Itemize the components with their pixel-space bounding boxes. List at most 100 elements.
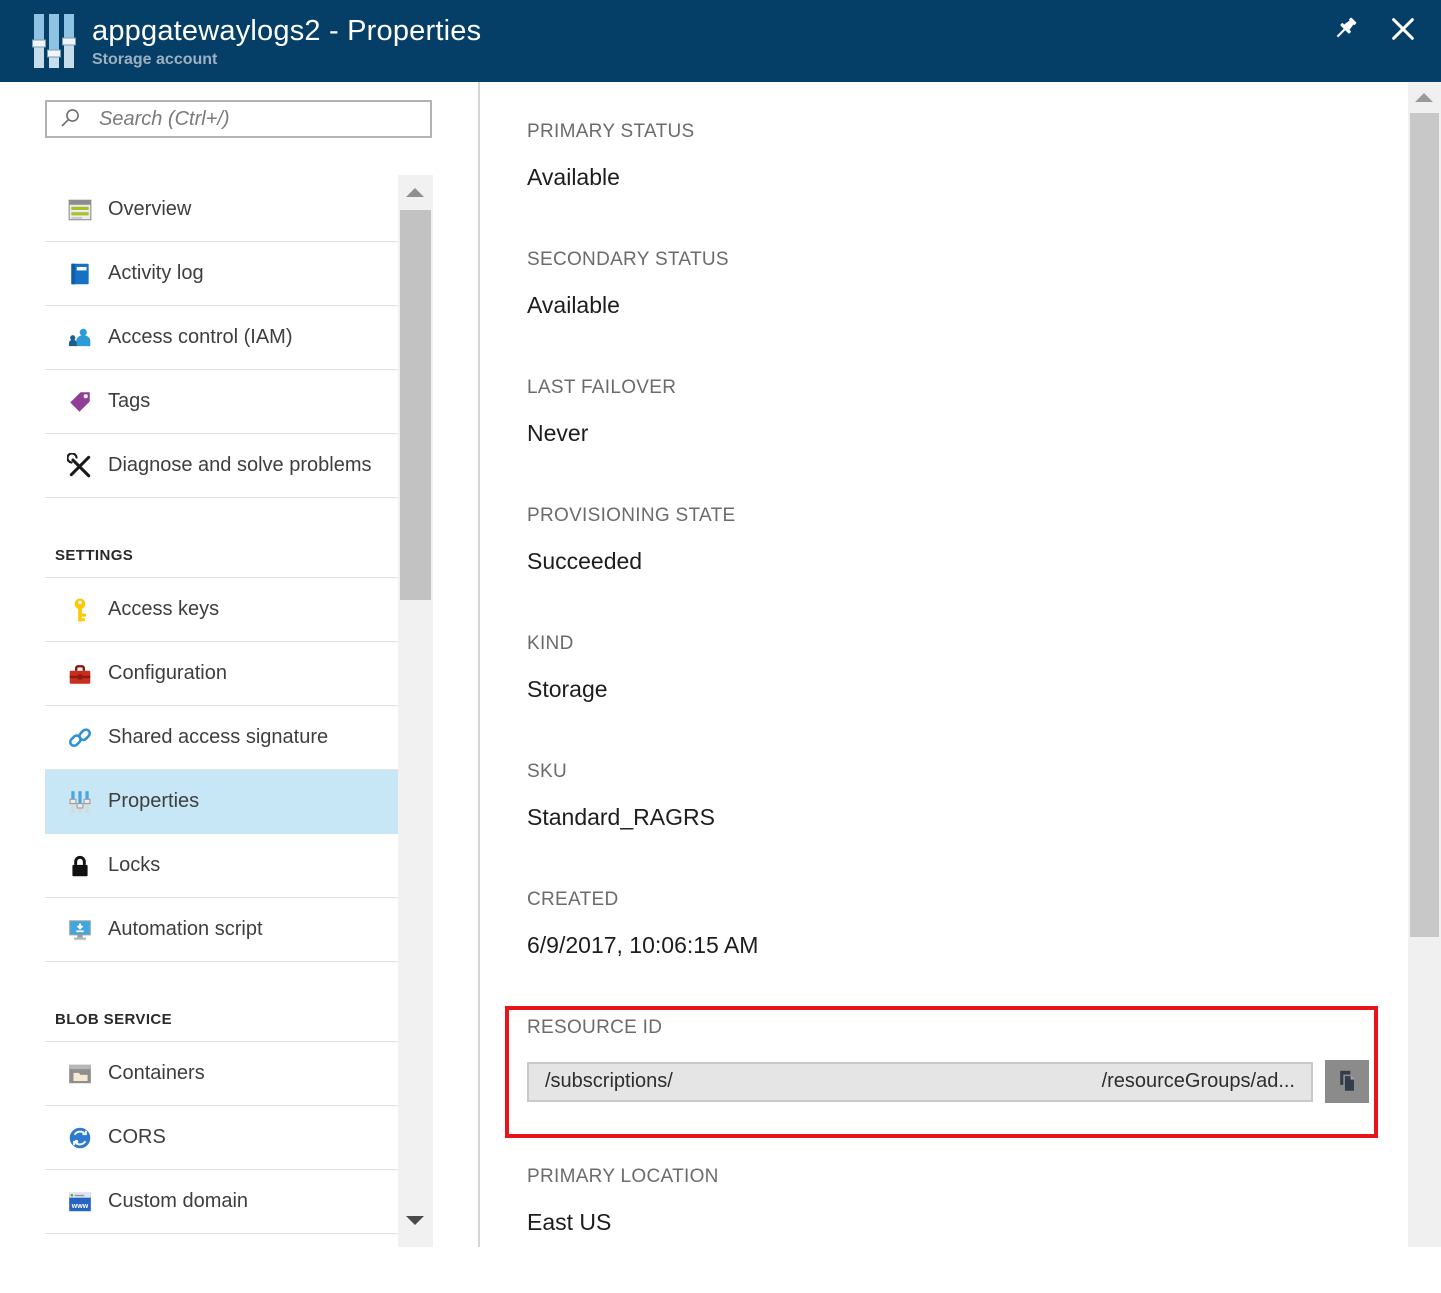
sidebar-item-cors[interactable]: CORS — [45, 1106, 398, 1170]
sidebar-item-label: Shared access signature — [108, 726, 328, 749]
resource-id-field[interactable]: /subscriptions/ /resourceGroups/ad... — [527, 1062, 1313, 1102]
storage-properties-icon — [30, 12, 78, 70]
sidebar-item-label: Custom domain — [108, 1190, 248, 1213]
sidebar-item-containers[interactable]: Containers — [45, 1042, 398, 1106]
pin-icon — [1331, 15, 1359, 43]
property-value: Available — [527, 290, 1388, 320]
property-last-failover: LAST FAILOVER Never — [527, 376, 1388, 504]
sidebar-item-label: Containers — [108, 1062, 205, 1085]
sidebar-item-label: Properties — [108, 790, 199, 813]
property-label: RESOURCE ID — [527, 1016, 1388, 1040]
property-kind: KIND Storage — [527, 632, 1388, 760]
sidebar-item-access-control-iam[interactable]: Access control (IAM) — [45, 306, 398, 370]
property-label: SKU — [527, 760, 1388, 784]
sidebar-item-label: Access keys — [108, 598, 219, 621]
property-sku: SKU Standard_RAGRS — [527, 760, 1388, 888]
property-value: Available — [527, 162, 1388, 192]
svg-text:www: www — [71, 1203, 89, 1210]
property-resource-id: RESOURCE ID/subscriptions/ /resourceGroup… — [527, 1016, 1388, 1165]
sidebar-item-label: Automation script — [108, 918, 263, 941]
menu-search — [45, 100, 432, 138]
properties-list: PRIMARY STATUS Available SECONDARY STATUS A… — [527, 120, 1388, 1293]
sidebar-item-label: Tags — [108, 390, 150, 413]
property-label: PRIMARY STATUS — [527, 120, 1388, 144]
blade-menu: Overview Activity log Access control (IAM)… — [0, 82, 480, 1247]
configuration-icon — [67, 661, 93, 687]
sidebar-item-label: Access control (IAM) — [108, 326, 292, 349]
property-value: Storage — [527, 674, 1388, 704]
sidebar-item-label: Locks — [108, 854, 160, 877]
cors-icon — [67, 1125, 93, 1151]
access-keys-icon — [67, 597, 93, 623]
sidebar-item-overview[interactable]: Overview — [45, 178, 398, 242]
containers-icon — [67, 1061, 93, 1087]
sidebar-item-automation-script[interactable]: Automation script — [45, 898, 398, 962]
page-title: appgatewaylogs2 - Properties — [92, 14, 481, 48]
property-value: Never — [527, 418, 1388, 448]
sidebar-item-access-keys[interactable]: Access keys — [45, 578, 398, 642]
sidebar-item-label: Overview — [108, 198, 191, 221]
resource-id-left: /subscriptions/ — [545, 1070, 673, 1093]
sidebar-item-tags[interactable]: Tags — [45, 370, 398, 434]
copy-icon — [1334, 1068, 1361, 1095]
shared-access-signature-icon — [67, 725, 93, 751]
search-icon — [59, 107, 83, 131]
section-header-label: SETTINGS — [55, 547, 133, 564]
property-label: PRIMARY LOCATION — [527, 1165, 1388, 1189]
sidebar-item-label: Diagnose and solve problems — [108, 454, 372, 477]
sidebar-item-diagnose-and-solve-problems[interactable]: Diagnose and solve problems — [45, 434, 398, 498]
tags-icon — [67, 389, 93, 415]
copy-resource-id-button[interactable] — [1325, 1060, 1369, 1103]
section-header-settings: SETTINGS — [45, 498, 398, 578]
scroll-up-arrow-icon[interactable] — [406, 188, 424, 197]
property-primary-location: PRIMARY LOCATION East US — [527, 1165, 1388, 1293]
property-label: KIND — [527, 632, 1388, 656]
panel-scrollbar-thumb[interactable] — [1410, 113, 1439, 937]
pin-button[interactable] — [1329, 13, 1361, 45]
blade-header: appgatewaylogs2 - Properties Storage acc… — [0, 0, 1441, 82]
property-value: Succeeded — [527, 546, 1388, 576]
sidebar-scrollbar-thumb[interactable] — [400, 210, 431, 600]
automation-script-icon — [67, 917, 93, 943]
property-label: LAST FAILOVER — [527, 376, 1388, 400]
sidebar-scrollbar[interactable] — [398, 175, 433, 1247]
close-icon — [1389, 15, 1417, 43]
custom-domain-icon: www — [67, 1189, 93, 1215]
overview-icon — [67, 197, 93, 223]
section-header-blob-service: BLOB SERVICE — [45, 962, 398, 1042]
section-header-label: BLOB SERVICE — [55, 1011, 172, 1028]
page-subtitle: Storage account — [92, 51, 481, 69]
property-primary-status: PRIMARY STATUS Available — [527, 120, 1388, 248]
sidebar-item-label: Configuration — [108, 662, 227, 685]
menu-list: Overview Activity log Access control (IAM)… — [45, 178, 398, 1234]
property-label: PROVISIONING STATE — [527, 504, 1388, 528]
sidebar-item-label: CORS — [108, 1126, 166, 1149]
activity-log-icon — [67, 261, 93, 287]
sidebar-item-activity-log[interactable]: Activity log — [45, 242, 398, 306]
panel-scroll-up-arrow-icon[interactable] — [1415, 93, 1433, 102]
property-secondary-status: SECONDARY STATUS Available — [527, 248, 1388, 376]
search-input[interactable] — [99, 108, 422, 131]
sidebar-item-properties[interactable]: Properties — [45, 770, 398, 834]
panel-scrollbar[interactable] — [1408, 82, 1441, 1247]
properties-panel: PRIMARY STATUS Available SECONDARY STATUS A… — [482, 82, 1408, 1247]
property-value: 6/9/2017, 10:06:15 AM — [527, 930, 1388, 960]
close-button[interactable] — [1387, 13, 1419, 45]
property-value: East US — [527, 1207, 1388, 1237]
sidebar-item-shared-access-signature[interactable]: Shared access signature — [45, 706, 398, 770]
sidebar-item-configuration[interactable]: Configuration — [45, 642, 398, 706]
property-value: Standard_RAGRS — [527, 802, 1388, 832]
resource-id-right: /resourceGroups/ad... — [1102, 1070, 1295, 1093]
sidebar-item-locks[interactable]: Locks — [45, 834, 398, 898]
diagnose-icon — [67, 453, 93, 479]
property-provisioning-state: PROVISIONING STATE Succeeded — [527, 504, 1388, 632]
sidebar-item-label: Activity log — [108, 262, 204, 285]
property-created: CREATED 6/9/2017, 10:06:15 AM — [527, 888, 1388, 1016]
properties-icon — [67, 789, 93, 815]
access-control-icon — [67, 325, 93, 351]
property-label: SECONDARY STATUS — [527, 248, 1388, 272]
property-label: CREATED — [527, 888, 1388, 912]
sidebar-item-custom-domain[interactable]: www Custom domain — [45, 1170, 398, 1234]
scroll-down-arrow-icon[interactable] — [406, 1216, 424, 1225]
locks-icon — [67, 853, 93, 879]
